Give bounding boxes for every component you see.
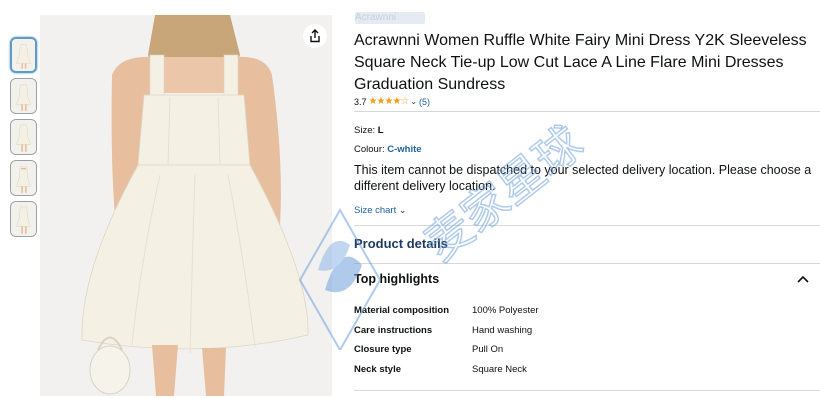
divider xyxy=(354,225,820,226)
divider xyxy=(354,111,820,112)
thumbnail-strip xyxy=(10,37,38,242)
thumbnail-5[interactable] xyxy=(10,201,37,237)
dispatch-message: This item cannot be dispatched to your s… xyxy=(354,163,812,193)
star-rating-icon[interactable]: ★★★★☆ xyxy=(369,96,410,107)
size-label: Size: xyxy=(354,125,376,136)
top-highlights-toggle[interactable]: Top highlights xyxy=(354,272,439,286)
product-details-heading: Product details xyxy=(354,236,448,251)
colour-row: Colour: C-white xyxy=(354,144,422,155)
size-chart-label: Size chart xyxy=(354,205,397,216)
product-title: Acrawnni Women Ruffle White Fairy Mini D… xyxy=(354,32,807,93)
rating-value: 3.7 xyxy=(354,96,367,107)
spec-key: Material composition xyxy=(354,305,450,317)
size-row: Size: L xyxy=(354,125,384,136)
spec-key: Closure type xyxy=(354,344,412,356)
divider xyxy=(354,390,820,391)
spec-key: Care instructions xyxy=(354,324,433,336)
size-value: L xyxy=(377,125,384,136)
chevron-down-icon[interactable]: ⌄ xyxy=(410,97,417,106)
table-row: Care instructions Hand washing xyxy=(354,321,539,341)
dress-photo xyxy=(40,15,332,396)
table-row: Neck style Square Neck xyxy=(354,360,539,380)
thumbnail-1[interactable] xyxy=(10,37,37,73)
chevron-down-icon: ⌄ xyxy=(398,205,407,215)
thumbnail-4[interactable] xyxy=(10,160,37,196)
main-product-image[interactable] xyxy=(40,15,332,396)
brand-link[interactable]: Acrawnni xyxy=(355,12,396,23)
spec-value: Square Neck xyxy=(472,363,527,375)
share-button[interactable] xyxy=(303,24,327,48)
thumbnail-3[interactable] xyxy=(10,119,37,155)
share-icon xyxy=(310,29,320,43)
specs-table: Material composition 100% Polyester Care… xyxy=(354,301,539,379)
spec-value: Hand washing xyxy=(472,324,533,336)
spec-value: Pull On xyxy=(472,344,504,356)
table-row: Material composition 100% Polyester xyxy=(354,301,539,321)
divider xyxy=(354,263,820,264)
colour-label: Colour: xyxy=(354,144,385,155)
spec-value: 100% Polyester xyxy=(472,305,539,317)
thumbnail-2[interactable] xyxy=(10,78,37,114)
chevron-up-icon[interactable] xyxy=(796,274,810,284)
size-chart-link[interactable]: Size chart ⌄ xyxy=(354,205,406,216)
table-row: Closure type Pull On xyxy=(354,340,539,360)
spec-key: Neck style xyxy=(354,363,402,375)
rating-count-link[interactable]: (5) xyxy=(419,97,430,107)
rating-row: 3.7 ★★★★☆ ⌄ (5) xyxy=(354,96,430,107)
colour-value: C-white xyxy=(387,144,422,155)
